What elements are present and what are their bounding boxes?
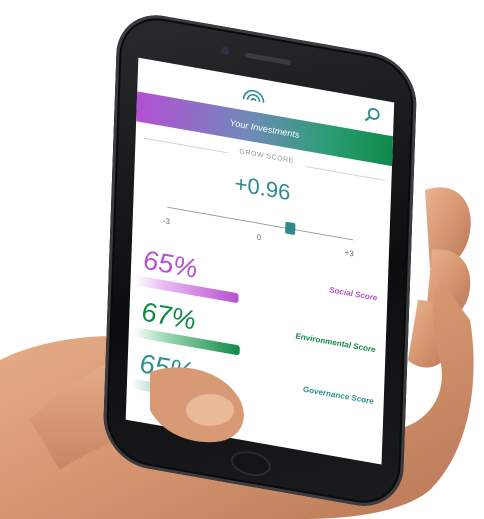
phone-device: Your Investments GROW SCORE +0.96 -3 0 +…	[102, 8, 458, 514]
earpiece-speaker	[244, 52, 292, 66]
home-button[interactable]	[230, 448, 272, 480]
grow-score-slider-thumb[interactable]	[285, 221, 296, 236]
governance-score-label: Governance Score	[302, 384, 374, 407]
section-divider-right	[305, 165, 386, 182]
slider-min-label: -3	[162, 216, 171, 227]
rainbow-arc-logo-icon[interactable]	[241, 82, 266, 104]
environmental-score-label: Environmental Score	[295, 331, 376, 355]
slider-max-label: +3	[344, 247, 354, 259]
front-camera	[220, 46, 230, 56]
phone-body: Your Investments GROW SCORE +0.96 -3 0 +…	[102, 8, 418, 514]
search-icon[interactable]	[363, 105, 382, 126]
slider-mid-label: 0	[256, 232, 262, 243]
app-screen: Your Investments GROW SCORE +0.96 -3 0 +…	[125, 57, 395, 465]
banner-title: Your Investments	[229, 117, 300, 140]
grow-score-label: GROW SCORE	[239, 148, 294, 165]
section-divider-left	[143, 137, 228, 154]
grow-score-value: +0.96	[234, 170, 291, 206]
social-score-label: Social Score	[329, 285, 378, 303]
